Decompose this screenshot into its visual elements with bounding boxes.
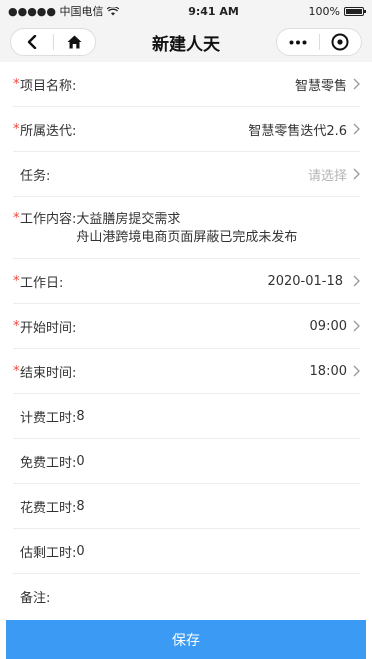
status-bar: ●●●●● 中国电信 9:41 AM 100% (0, 0, 372, 22)
work-content-row[interactable]: * 工作内容: 大益膳房提交需求 舟山港跨境电商页面屏蔽已完成未发布 (13, 197, 360, 259)
work-content-group: * 工作内容: 大益膳房提交需求 舟山港跨境电商页面屏蔽已完成未发布 (13, 211, 297, 247)
iteration-label-group: * 所属迭代: (13, 120, 76, 139)
start-time-label-group: * 开始时间: (13, 317, 76, 336)
battery-percent: 100% (308, 4, 340, 18)
carrier-group: ●●●●● 中国电信 (8, 3, 119, 19)
notes-row[interactable]: 备注: (13, 574, 360, 619)
spent-hours-group: 花费工时: 8 (13, 497, 85, 516)
remaining-hours-group: 估剩工时: 0 (13, 542, 85, 561)
project-value: 智慧零售 (294, 78, 347, 94)
work-day-label-group: * 工作日: (13, 272, 63, 291)
billable-hours-group: 计费工时: 8 (13, 407, 85, 426)
task-placeholder: 请选择 (307, 168, 347, 184)
work-content-line-2: 舟山港跨境电商页面屏蔽已完成未发布 (76, 230, 298, 245)
task-value-group: 请选择 (308, 165, 360, 184)
work-day-value: 2020-01-18 (267, 273, 343, 289)
iteration-label: 所属迭代: (20, 123, 77, 139)
target-circle-icon (331, 33, 349, 51)
notes-label-group: 备注: (13, 587, 50, 606)
required-mark: * (13, 121, 20, 137)
work-day-value-group: 2020-01-18 (267, 274, 360, 289)
task-row[interactable]: 任务: 请选择 (13, 152, 360, 197)
iteration-value: 智慧零售迭代2.6 (248, 123, 347, 139)
free-hours-label: 免费工时: (20, 455, 77, 471)
chevron-right-icon (353, 78, 360, 90)
back-button[interactable] (11, 29, 53, 55)
spent-hours-label: 花费工时: (20, 500, 77, 516)
required-mark: * (13, 363, 20, 379)
notes-label: 备注: (20, 591, 51, 606)
work-content-line-1: 大益膳房提交需求 (76, 212, 181, 227)
start-time-label: 开始时间: (20, 320, 77, 336)
project-row[interactable]: * 项目名称: 智慧零售 (13, 62, 360, 107)
home-icon (67, 35, 82, 49)
billable-hours-row: 计费工时: 8 (13, 394, 360, 439)
start-time-value: 09:00 (309, 318, 347, 334)
task-label-group: 任务: (13, 165, 50, 184)
required-mark: * (13, 211, 20, 226)
timesheet-form: * 项目名称: 智慧零售 * 所属迭代: 智慧零售迭代2.6 任务: 请选择 * (0, 62, 372, 619)
work-content-label: 工作内容: (20, 212, 77, 227)
spent-hours-row: 花费工时: 8 (13, 484, 360, 529)
wifi-icon (106, 6, 119, 15)
end-time-label-group: * 结束时间: (13, 362, 76, 381)
save-button[interactable]: 保存 (6, 620, 366, 659)
battery-group: 100% (308, 4, 366, 18)
end-time-row[interactable]: * 结束时间: 18:00 (13, 349, 360, 394)
required-mark: * (13, 273, 20, 289)
billable-hours-label: 计费工时: (20, 410, 77, 426)
battery-icon (343, 6, 366, 16)
clock: 9:41 AM (188, 4, 239, 18)
free-hours-value: 0 (76, 453, 85, 469)
required-mark: * (13, 76, 20, 92)
remaining-hours-value: 0 (76, 543, 85, 559)
remaining-hours-label: 估剩工时: (20, 545, 77, 561)
back-arrow-icon (27, 35, 36, 49)
work-day-label: 工作日: (20, 275, 64, 291)
end-time-label: 结束时间: (20, 365, 77, 381)
spent-hours-value: 8 (76, 498, 85, 514)
nav-capsule-left (10, 28, 96, 56)
end-time-value: 18:00 (309, 363, 347, 379)
chevron-right-icon (353, 168, 360, 180)
task-label: 任务: (20, 168, 51, 184)
free-hours-row: 免费工时: 0 (13, 439, 360, 484)
more-dots-icon (289, 40, 307, 44)
work-content-text: 大益膳房提交需求 舟山港跨境电商页面屏蔽已完成未发布 (76, 211, 297, 247)
iteration-row[interactable]: * 所属迭代: 智慧零售迭代2.6 (13, 107, 360, 152)
chevron-right-icon (353, 320, 360, 332)
free-hours-group: 免费工时: 0 (13, 452, 85, 471)
chevron-right-icon (353, 365, 360, 377)
close-miniprogram-button[interactable] (320, 29, 362, 55)
project-value-group: 智慧零售 (295, 75, 360, 94)
more-button[interactable] (277, 29, 319, 55)
navigation-bar: 新建人天 (0, 22, 372, 62)
end-time-value-group: 18:00 (310, 364, 360, 379)
nav-capsule-right (276, 28, 362, 56)
work-day-row[interactable]: * 工作日: 2020-01-18 (13, 259, 360, 304)
iteration-value-group: 智慧零售迭代2.6 (248, 120, 360, 139)
start-time-row[interactable]: * 开始时间: 09:00 (13, 304, 360, 349)
remaining-hours-row: 估剩工时: 0 (13, 529, 360, 574)
start-time-value-group: 09:00 (310, 319, 360, 334)
project-label-group: * 项目名称: (13, 75, 76, 94)
billable-hours-value: 8 (76, 408, 85, 424)
chevron-right-icon (353, 123, 360, 135)
home-button[interactable] (54, 29, 96, 55)
chevron-right-icon (353, 275, 360, 287)
carrier-label: ●●●●● 中国电信 (8, 5, 104, 18)
page-title: 新建人天 (152, 34, 220, 55)
project-label: 项目名称: (20, 78, 77, 94)
required-mark: * (13, 318, 20, 334)
